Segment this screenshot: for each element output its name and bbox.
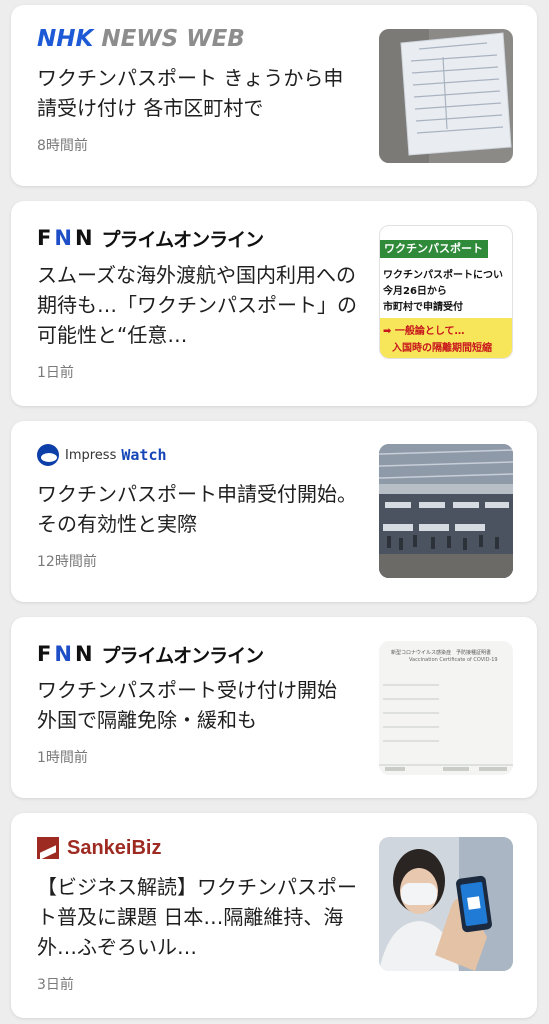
source-name-sub: プライムオンライン <box>101 228 265 251</box>
news-card[interactable]: SankeiBiz 【ビジネス解読】ワクチンパスポート普及に課題 日本…隔離維持… <box>11 813 537 1018</box>
headline: 【ビジネス解読】ワクチンパスポート普及に課題 日本…隔離維持、海外…ふぞろいル… <box>37 875 357 959</box>
thumbnail-image[interactable]: 新型コロナウイルス感染症 予防接種証明書 Vaccination Certifi… <box>379 641 513 775</box>
person-with-phone-photo-icon <box>379 837 513 971</box>
thumbnail-image[interactable]: ワクチンパスポート ワクチンパスポートについ 今月26日から 市町村で申請受付 … <box>379 225 513 359</box>
news-card[interactable]: FNN プライムオンライン ワクチンパスポート受け付け開始 外国で隔離免除・緩和… <box>11 617 537 798</box>
headline: ワクチンパスポート受け付け開始 外国で隔離免除・緩和も <box>37 678 337 732</box>
source-logo-fnn: FNN プライムオンライン <box>37 640 265 668</box>
timestamp: 12時間前 <box>37 554 97 570</box>
news-card[interactable]: NHK NEWS WEB ワクチンパスポート きょうから申請受け付け 各市区町村で… <box>11 5 537 186</box>
thumb-text: 今月26日から <box>383 286 447 297</box>
news-card[interactable]: FNN プライムオンライン スムーズな海外渡航や国内利用への期待も…「ワクチンパ… <box>11 201 537 406</box>
source-name-sub: プライムオンライン <box>101 644 265 667</box>
source-name: SankeiBiz <box>67 836 162 859</box>
source-logo-impress: Impress Watch <box>37 441 167 469</box>
thumb-text: ワクチンパスポートについ <box>383 270 503 281</box>
source-logo-nhk: NHK NEWS WEB <box>37 25 245 53</box>
source-letter: F <box>37 226 55 250</box>
thumb-text: 市町村で申請受付 <box>383 302 463 313</box>
thumb-banner: ワクチンパスポート <box>380 240 488 258</box>
timestamp: 1日前 <box>37 365 74 381</box>
source-letter: F <box>37 642 55 666</box>
thumbnail-image[interactable] <box>379 444 513 578</box>
impress-logo-icon <box>37 444 59 466</box>
source-logo-fnn: FNN プライムオンライン <box>37 224 265 252</box>
source-letter: N <box>54 226 75 250</box>
source-letter: N <box>74 642 96 666</box>
thumbnail-image[interactable] <box>379 837 513 971</box>
thumb-text: ➡ 一般論として… <box>383 326 465 337</box>
source-name-sub: NEWS WEB <box>101 26 245 52</box>
timestamp: 1時間前 <box>37 750 88 766</box>
certificate-lines-icon <box>379 684 513 771</box>
thumb-highlight: ➡ 一般論として… 入国時の隔離期間短縮 <box>380 318 512 358</box>
thumb-text: 入国時の隔離期間短縮 <box>392 343 492 354</box>
source-name: NHK <box>37 26 94 52</box>
source-name-sub: Watch <box>121 446 167 464</box>
thumbnail-image[interactable] <box>379 29 513 163</box>
news-card[interactable]: Impress Watch ワクチンパスポート申請受付開始。その有効性と実際 1… <box>11 421 537 602</box>
headline: スムーズな海外渡航や国内利用への期待も…「ワクチンパスポート」の可能性と“任意… <box>37 263 357 347</box>
source-name: Impress <box>65 447 117 463</box>
airport-photo-icon <box>379 444 513 578</box>
sankei-logo-icon <box>37 837 59 859</box>
headline: ワクチンパスポート きょうから申請受け付け 各市区町村で <box>37 66 344 120</box>
document-photo-icon <box>379 29 513 163</box>
timestamp: 3日前 <box>37 977 74 993</box>
headline: ワクチンパスポート申請受付開始。その有効性と実際 <box>37 482 357 536</box>
source-logo-sankeibiz: SankeiBiz <box>37 834 161 862</box>
source-letter: N <box>54 642 75 666</box>
timestamp: 8時間前 <box>37 138 88 154</box>
source-letter: N <box>74 226 96 250</box>
